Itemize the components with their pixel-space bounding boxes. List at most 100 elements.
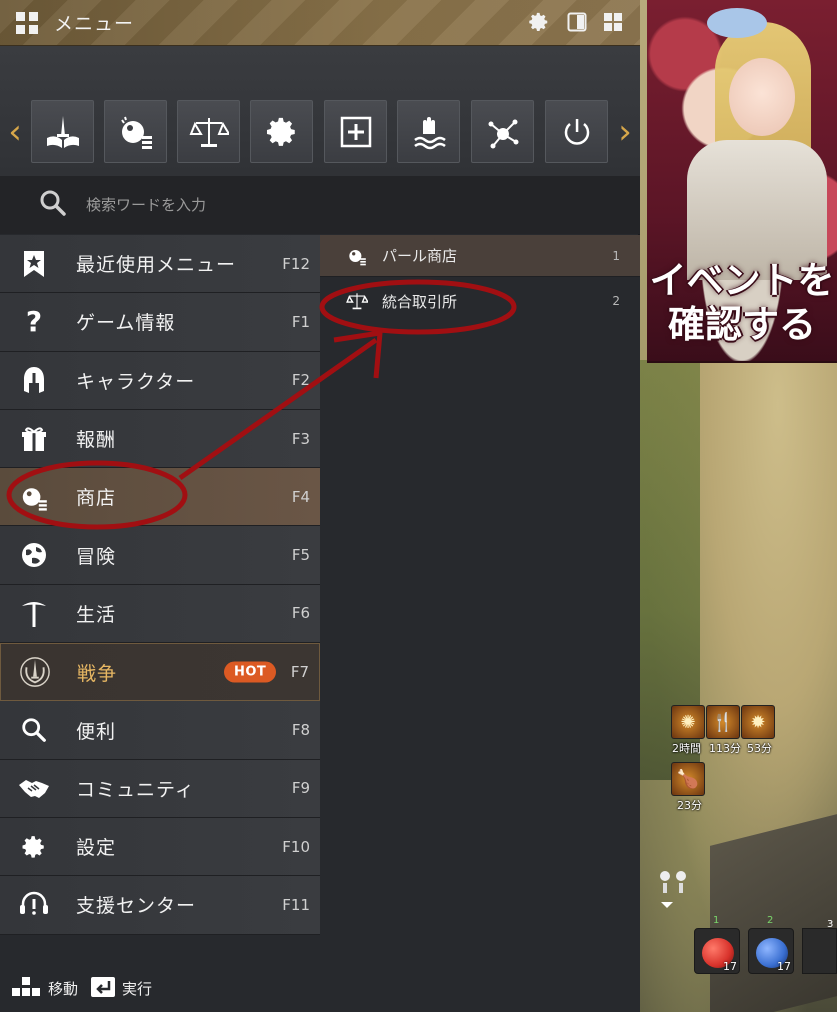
category-label: ゲーム情報 [76, 312, 176, 335]
bookmark-star-icon [18, 248, 50, 280]
category-community[interactable]: コミュニティ F9 [0, 759, 320, 818]
power-icon [564, 118, 589, 145]
slot-number: 1 [713, 915, 720, 926]
category-hotkey: F6 [291, 604, 310, 623]
book-sword-icon [46, 115, 79, 148]
dpad-icon [10, 976, 42, 1002]
category-label: 報酬 [76, 429, 117, 452]
category-hotkey: F3 [291, 429, 310, 448]
category-hotkey: F2 [291, 371, 310, 390]
event-banner[interactable]: イベントを 確認する [647, 0, 837, 363]
pearl-shop-icon [346, 245, 368, 267]
buff-timer: 23分 [677, 799, 702, 812]
search-icon [38, 188, 68, 222]
quick-scales-button[interactable] [177, 100, 240, 163]
submenu-list: パール商店 1 統合取引所 2 [320, 235, 640, 1012]
quick-book-sword-button[interactable] [31, 100, 94, 163]
globe-icon [18, 539, 50, 571]
category-label: キャラクター [76, 370, 196, 393]
category-reward[interactable]: 報酬 F3 [0, 409, 320, 469]
category-label: 最近使用メニュー [76, 254, 237, 277]
category-label: 戦争 [77, 662, 118, 685]
quick-hand-water-button[interactable] [397, 100, 460, 163]
potion-count: 17 [723, 960, 737, 973]
category-war[interactable]: 戦争 HOT F7 [0, 643, 320, 702]
submenu-label: 統合取引所 [382, 292, 458, 311]
category-shop[interactable]: 商店 F4 [0, 468, 320, 527]
slot-number: 3 [827, 919, 834, 930]
category-label: 生活 [76, 603, 117, 626]
chevron-right-icon[interactable]: › [615, 112, 635, 152]
menu-title: メニュー [54, 13, 135, 35]
category-adventure[interactable]: 冒険 F5 [0, 526, 320, 585]
quick-network-button[interactable] [471, 100, 534, 163]
shop-icon [18, 481, 50, 513]
category-hotkey: F8 [291, 721, 310, 740]
pickaxe-icon [18, 597, 50, 629]
grid-view-icon[interactable] [601, 10, 625, 34]
chevron-left-icon[interactable]: ‹ [5, 112, 25, 152]
handshake-icon [18, 772, 50, 804]
party-icons [655, 868, 695, 912]
main-menu-panel: メニュー ‹ › 検索ワードを入力 最近使用メニュー F12 ? ゲーム情報 F… [0, 0, 640, 1012]
category-label: 便利 [76, 720, 117, 743]
empty-slot[interactable]: 3 [802, 919, 837, 974]
buff-timer: 113分 [709, 742, 741, 755]
quick-pearl-shop-button[interactable] [104, 100, 167, 163]
quick-access-bar [0, 46, 640, 176]
plus-box-icon [340, 116, 371, 147]
settings-gear-icon[interactable] [527, 10, 551, 34]
menu-footer: 移動 実行 [0, 965, 320, 1012]
quick-settings-button[interactable] [250, 100, 313, 163]
mp-potion-slot[interactable]: 2 17 [748, 915, 794, 974]
category-life[interactable]: 生活 F6 [0, 584, 320, 644]
category-label: 支援センター [76, 895, 197, 918]
category-convenience[interactable]: 便利 F8 [0, 701, 320, 760]
category-hotkey: F9 [291, 779, 310, 798]
enter-key-icon [90, 976, 116, 1002]
gear-icon [18, 831, 50, 863]
submenu-pearl-shop[interactable]: パール商店 1 [320, 235, 640, 277]
category-game-info[interactable]: ? ゲーム情報 F1 [0, 293, 320, 352]
buff-timer: 53分 [747, 742, 772, 755]
category-recent[interactable]: 最近使用メニュー F12 [0, 235, 320, 294]
category-hotkey: F1 [291, 312, 310, 331]
search-input[interactable] [82, 185, 640, 225]
search-bar [0, 176, 640, 234]
category-support-center[interactable]: 支援センター F11 [0, 876, 320, 935]
hand-water-icon [413, 116, 446, 149]
category-list: 最近使用メニュー F12 ? ゲーム情報 F1 キャラクター F2 報酬 F3 [0, 235, 320, 935]
menu-grid-icon [16, 11, 38, 34]
potion-count: 17 [777, 960, 791, 973]
category-hotkey: F10 [282, 837, 310, 856]
quick-power-button[interactable] [545, 100, 608, 163]
event-banner-text: イベントを 確認する [649, 258, 835, 346]
quick-plus-box-button[interactable] [324, 100, 387, 163]
war-emblem-icon [19, 656, 51, 688]
slot-number: 2 [767, 915, 774, 926]
buff-timer: 2時間 [672, 742, 701, 755]
category-character[interactable]: キャラクター F2 [0, 351, 320, 410]
network-icon [488, 119, 518, 148]
category-label: コミュニティ [76, 778, 195, 801]
submenu-number: 2 [612, 294, 620, 308]
magnifier-icon [18, 714, 50, 746]
hot-badge: HOT [224, 661, 277, 683]
gear-icon [266, 117, 295, 146]
category-hotkey: F11 [282, 895, 310, 914]
question-icon: ? [25, 305, 43, 339]
category-settings[interactable]: 設定 F10 [0, 817, 320, 877]
food-buff-icon: 🍴 [706, 705, 740, 739]
footer-move-label: 移動 [48, 980, 79, 998]
helmet-icon [18, 364, 50, 396]
menu-title-bar: メニュー [0, 0, 640, 46]
headset-icon [18, 889, 50, 921]
submenu-central-market[interactable]: 統合取引所 2 [320, 277, 640, 325]
scales-icon [189, 117, 229, 147]
category-hotkey: F4 [291, 487, 310, 506]
drumstick-buff-icon: 🍗 [671, 762, 705, 796]
category-hotkey: F5 [291, 546, 310, 565]
hp-potion-slot[interactable]: 1 17 [694, 915, 740, 974]
panel-toggle-icon[interactable] [565, 10, 589, 34]
submenu-number: 1 [612, 248, 620, 263]
